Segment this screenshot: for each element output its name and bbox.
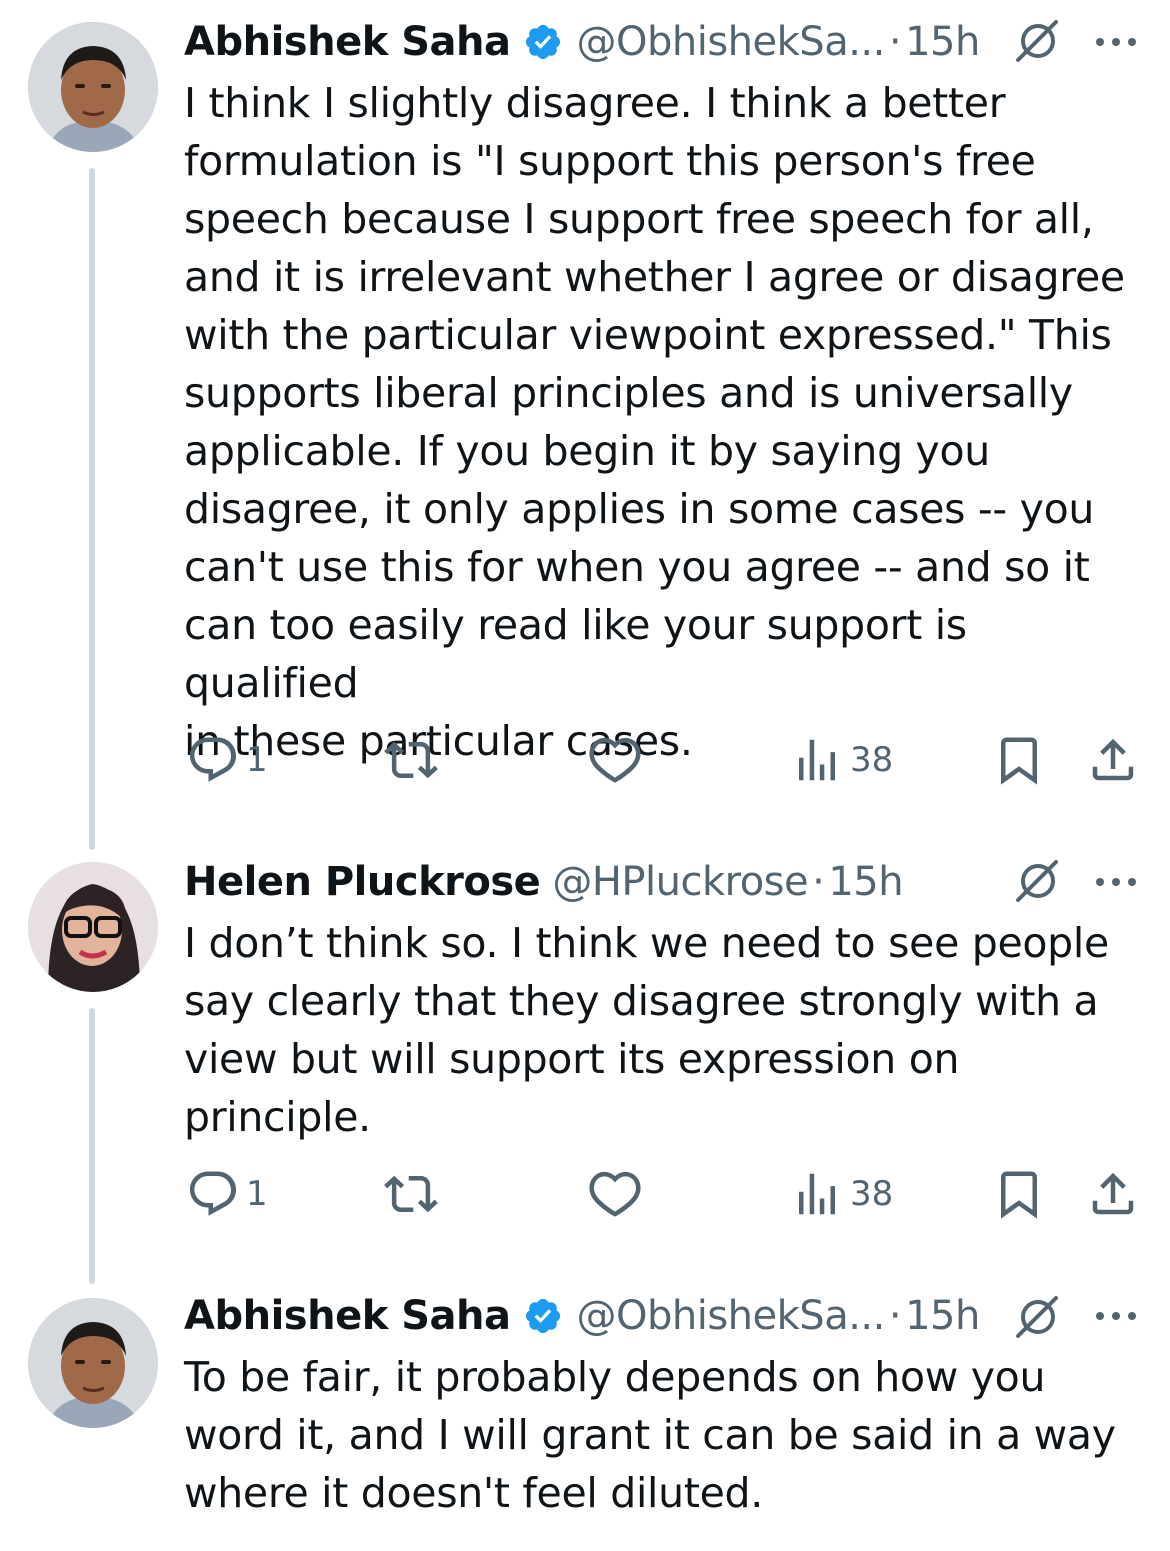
verified-badge-icon[interactable]: [523, 1296, 563, 1336]
avatar[interactable]: [28, 862, 158, 992]
separator-dot: ·: [888, 19, 902, 65]
bookmark-button[interactable]: [992, 732, 1046, 788]
separator-dot: ·: [812, 859, 825, 905]
more-icon[interactable]: [1094, 32, 1138, 52]
reply-button[interactable]: 1: [186, 1166, 268, 1222]
separator-dot: ·: [888, 1293, 902, 1339]
timestamp[interactable]: 15h: [905, 1293, 980, 1339]
share-icon: [1092, 1172, 1134, 1215]
tweet-text: I think I slightly disagree. I think a b…: [184, 79, 1125, 765]
tweet-2[interactable]: Helen Pluckrose @HPluckrose · 15h I don’…: [0, 840, 1170, 1284]
share-button[interactable]: [1086, 732, 1140, 788]
like-icon: [589, 737, 641, 783]
bookmark-icon: [1001, 1171, 1037, 1219]
retweet-icon: [384, 741, 438, 779]
more-icon[interactable]: [1094, 1306, 1138, 1326]
like-button[interactable]: [588, 1166, 648, 1222]
timestamp[interactable]: 15h: [905, 19, 980, 65]
tweet-header: Abhishek Saha @ObhishekSa... · 15h: [184, 12, 980, 72]
views-icon: [799, 739, 835, 781]
views-button[interactable]: 38: [790, 1166, 893, 1222]
share-button[interactable]: [1086, 1166, 1140, 1222]
reply-icon: [189, 737, 237, 782]
share-icon: [1092, 738, 1134, 781]
reply-count: 1: [246, 1174, 268, 1214]
author-name[interactable]: Abhishek Saha: [184, 1293, 511, 1339]
tweet-header: Abhishek Saha @ObhishekSa... · 15h: [184, 1286, 980, 1346]
author-handle[interactable]: @ObhishekSa...: [577, 1293, 886, 1339]
grok-icon[interactable]: [1012, 16, 1062, 66]
reply-count: 1: [246, 740, 268, 780]
reply-button[interactable]: 1: [186, 732, 268, 788]
verified-badge-icon[interactable]: [523, 22, 563, 62]
grok-icon[interactable]: [1012, 1292, 1062, 1342]
view-count: 38: [850, 1174, 894, 1214]
retweet-button[interactable]: [384, 732, 444, 788]
timestamp[interactable]: 15h: [828, 859, 903, 905]
view-count: 38: [850, 740, 894, 780]
views-icon: [799, 1173, 835, 1215]
reply-icon: [189, 1171, 237, 1216]
like-icon: [589, 1171, 641, 1217]
tweet-3[interactable]: Abhishek Saha @ObhishekSa... · 15h To be…: [0, 1276, 1170, 1551]
bookmark-button[interactable]: [992, 1166, 1046, 1222]
tweet-header: Helen Pluckrose @HPluckrose · 15h: [184, 852, 904, 912]
bookmark-icon: [1001, 737, 1037, 785]
tweet-text: To be fair, it probably depends on how y…: [184, 1353, 1116, 1517]
retweet-icon: [384, 1175, 438, 1213]
views-button[interactable]: 38: [790, 732, 893, 788]
author-name[interactable]: Abhishek Saha: [184, 19, 511, 65]
retweet-button[interactable]: [384, 1166, 444, 1222]
like-button[interactable]: [588, 732, 648, 788]
author-name[interactable]: Helen Pluckrose: [184, 859, 541, 905]
author-handle[interactable]: @HPluckrose: [552, 859, 808, 905]
more-icon[interactable]: [1094, 872, 1138, 892]
thread-line: [89, 168, 95, 850]
author-handle[interactable]: @ObhishekSa...: [577, 19, 886, 65]
tweet-1[interactable]: Abhishek Saha @ObhishekSa... · 15h I thi…: [0, 0, 1170, 850]
avatar[interactable]: [28, 22, 158, 152]
thread-line: [89, 1008, 95, 1284]
tweet-text: I don’t think so. I think we need to see…: [184, 919, 1109, 1141]
avatar[interactable]: [28, 1298, 158, 1428]
grok-icon[interactable]: [1012, 856, 1062, 906]
